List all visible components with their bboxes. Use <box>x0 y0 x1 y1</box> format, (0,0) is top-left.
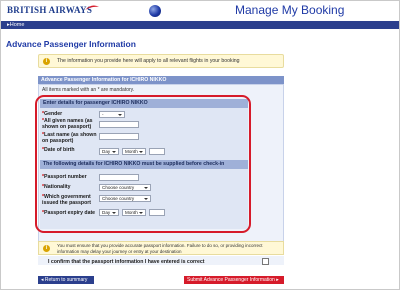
highlight-ring <box>35 95 251 233</box>
section-title: Advance Passenger Information <box>6 39 136 49</box>
info-message: The information you provide here will ap… <box>57 58 240 64</box>
panel-header: Advance Passenger Information for ICHIRO… <box>38 76 284 84</box>
page-heading: Manage My Booking <box>235 3 345 17</box>
home-link[interactable]: ▸Home <box>7 21 24 29</box>
confirm-label: I confirm that the passport information … <box>48 259 205 265</box>
warning-icon: i <box>43 245 50 252</box>
confirm-checkbox[interactable] <box>262 258 269 265</box>
brand-logo[interactable]: BRITISH AIRWAYS <box>7 5 92 15</box>
globe-icon <box>149 5 161 17</box>
nav-bar: ▸Home <box>1 21 399 29</box>
panel-header-text: Advance Passenger Information for ICHIRO… <box>41 77 167 83</box>
mandatory-note: All items marked with an * are mandatory… <box>42 87 135 93</box>
brand-swoosh-icon <box>85 5 99 10</box>
notice-text: You must ensure that you provide accurat… <box>57 243 263 254</box>
info-box: i The information you provide here will … <box>38 54 284 68</box>
header: BRITISH AIRWAYS Manage My Booking <box>1 1 399 20</box>
info-icon: i <box>43 58 50 65</box>
submit-api-button[interactable]: Submit Advance Passenger Information ▸ <box>184 276 284 284</box>
passport-notice: i You must ensure that you provide accur… <box>38 241 284 255</box>
return-to-summary-button[interactable]: ◂ Return to summary <box>38 276 94 284</box>
